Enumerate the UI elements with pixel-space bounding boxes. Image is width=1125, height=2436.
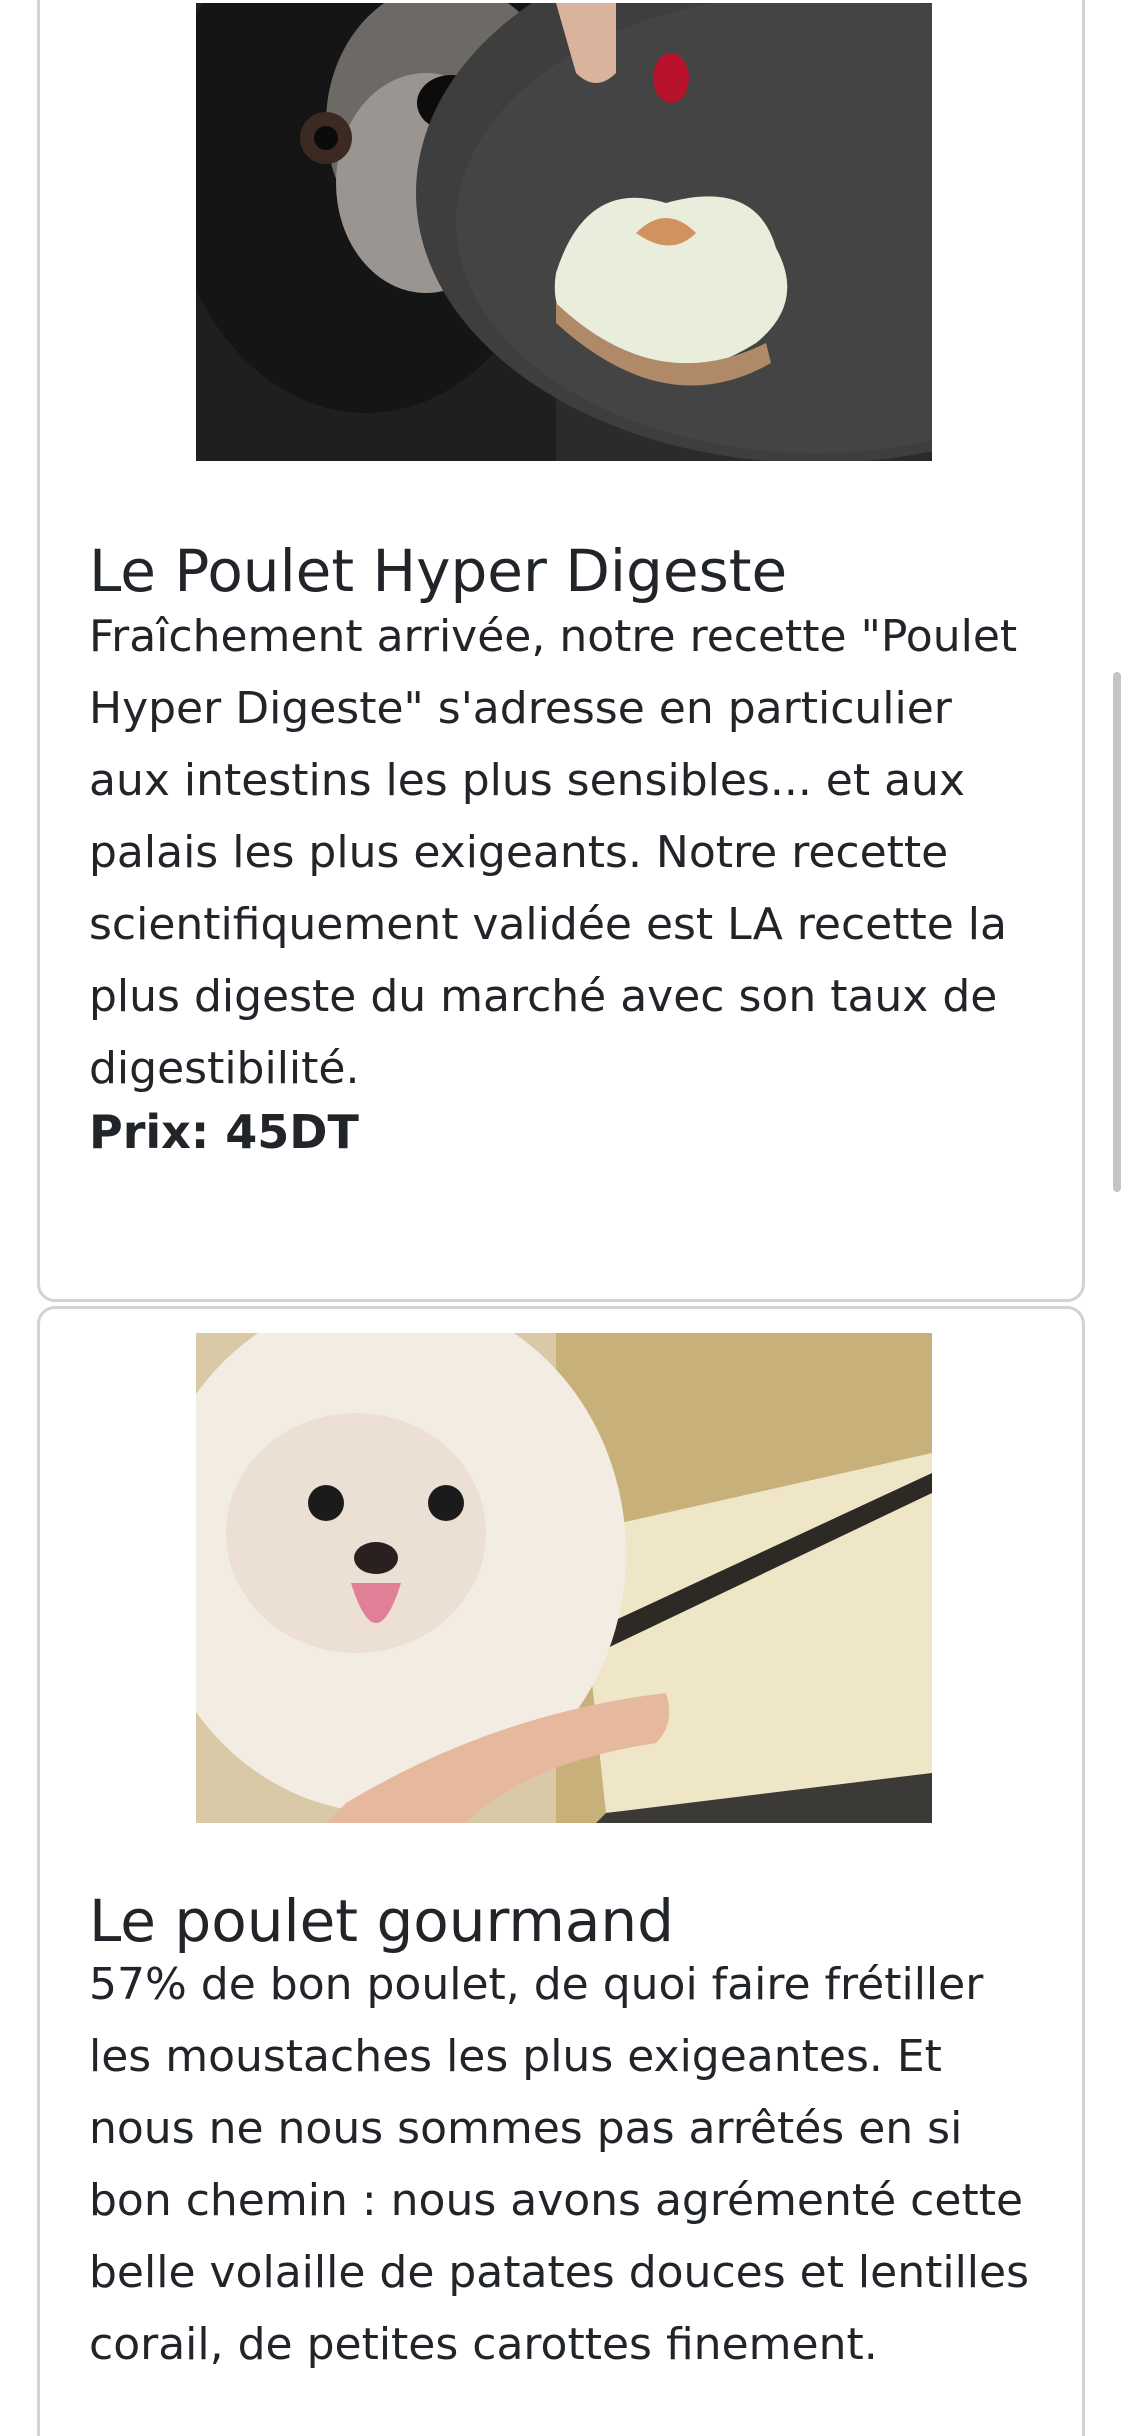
product-image <box>196 1333 932 1823</box>
product-card: Le poulet gourmand 57% de bon poulet, de… <box>37 1306 1085 2436</box>
product-price: Prix: 45DT <box>89 1105 359 1159</box>
product-title: Le Poulet Hyper Digeste <box>89 537 788 605</box>
product-list-page: Le Poulet Hyper Digeste Fraîchement arri… <box>0 0 1125 2436</box>
product-card: Le Poulet Hyper Digeste Fraîchement arri… <box>37 0 1085 1302</box>
scrollbar-thumb[interactable] <box>1113 672 1121 1192</box>
product-description: 57% de bon poulet, de quoi faire frétill… <box>89 1959 1030 2370</box>
product-image <box>196 3 932 461</box>
product-description: Fraîchement arrivée, notre recette "Poul… <box>89 611 1018 1094</box>
product-title: Le poulet gourmand <box>89 1887 674 1955</box>
